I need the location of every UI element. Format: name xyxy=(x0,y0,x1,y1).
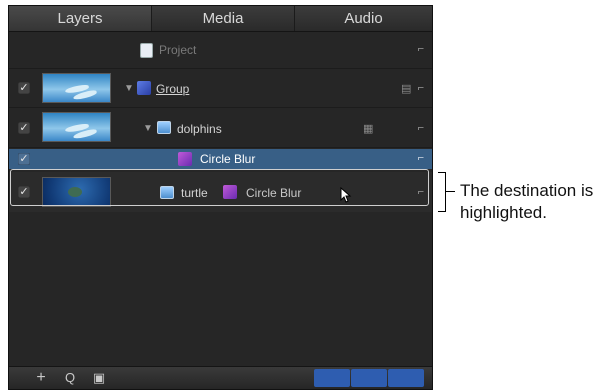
tab-layers[interactable]: Layers xyxy=(9,6,151,31)
layer-options-icon[interactable]: ▦ xyxy=(363,122,373,135)
filter-icon xyxy=(178,152,192,166)
callout-text: The destination is highlighted. xyxy=(460,181,594,222)
group-icon xyxy=(137,81,151,95)
destination-highlight xyxy=(10,169,429,206)
tab-media[interactable]: Media xyxy=(151,6,295,31)
group-label[interactable]: Group xyxy=(156,82,189,96)
dolphins-label[interactable]: dolphins xyxy=(177,122,222,136)
lock-icon[interactable]: ⌐ xyxy=(418,82,424,94)
thumbnail-toggle-icon[interactable] xyxy=(314,369,350,387)
lock-icon[interactable]: ⌐ xyxy=(418,152,424,164)
circle-blur-label[interactable]: Circle Blur xyxy=(200,152,255,166)
group-row[interactable]: ✓ ▼ Group ▤ ⌐ xyxy=(9,69,432,108)
group-options-icon[interactable]: ▤ xyxy=(401,82,411,95)
dolphins-checkbox[interactable]: ✓ xyxy=(18,122,30,134)
expand-triangle-icon[interactable]: ▼ xyxy=(143,123,153,134)
callout-bracket xyxy=(438,172,446,212)
add-icon[interactable]: + xyxy=(33,369,49,387)
bottom-toolbar: + Q ▣ xyxy=(9,366,432,389)
search-icon[interactable]: Q xyxy=(62,369,78,387)
view-icon[interactable]: ▣ xyxy=(91,369,107,387)
dolphins-row[interactable]: ✓ ▼ dolphins ▦ ⌐ xyxy=(9,108,432,148)
circle-blur-row[interactable]: ✓ Circle Blur ⌐ xyxy=(9,149,432,169)
circle-blur-checkbox[interactable]: ✓ xyxy=(18,153,30,165)
dolphins-thumbnail xyxy=(42,112,111,142)
callout-line xyxy=(445,191,455,192)
group-checkbox[interactable]: ✓ xyxy=(18,82,30,94)
expand-triangle-icon[interactable]: ▼ xyxy=(124,83,134,94)
cursor-icon xyxy=(340,187,352,203)
project-label: Project xyxy=(159,43,197,57)
image-layer-icon xyxy=(157,121,171,134)
gear-icon[interactable] xyxy=(351,369,387,387)
lock-icon[interactable]: ⌐ xyxy=(418,122,424,134)
group-thumbnail xyxy=(42,73,111,103)
tab-audio[interactable]: Audio xyxy=(293,6,432,31)
lock-icon[interactable]: ⌐ xyxy=(418,43,424,55)
layers-icon[interactable] xyxy=(388,369,424,387)
tab-bar: Layers Media Audio xyxy=(9,6,432,32)
project-row[interactable]: Project ⌐ xyxy=(9,32,432,68)
project-doc-icon xyxy=(140,43,153,58)
